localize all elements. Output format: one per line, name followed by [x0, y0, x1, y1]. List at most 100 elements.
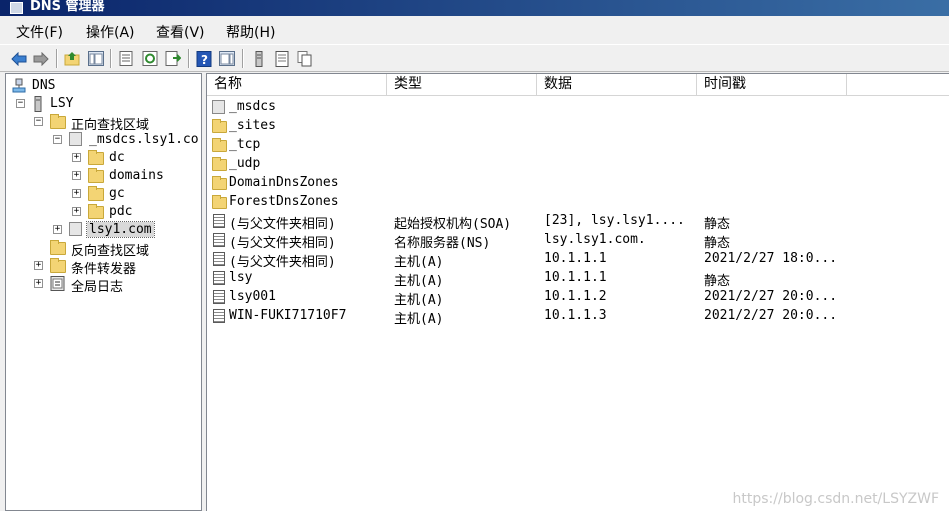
- results-pane[interactable]: 名称 类型 数据 时间戳 _msdcs _sites _tcp _udp DomainD…: [206, 73, 949, 511]
- table-row[interactable]: _udp: [207, 155, 949, 174]
- cell-type: 主机(A): [394, 312, 444, 327]
- table-row[interactable]: _sites: [207, 117, 949, 136]
- collapse-icon[interactable]: −: [34, 117, 43, 126]
- column-header-timestamp[interactable]: 时间戳: [697, 74, 847, 95]
- table-row[interactable]: (与父文件夹相同) 起始授权机构(SOA) [23], lsy.lsy1.... 静态: [207, 212, 949, 232]
- show-hide-action-pane-icon[interactable]: [218, 50, 235, 67]
- cell-type: 起始授权机构(SOA): [394, 217, 512, 232]
- folder-icon: [50, 240, 66, 255]
- copy-icon[interactable]: [296, 50, 313, 67]
- help-icon[interactable]: ?: [195, 50, 212, 67]
- server-icon[interactable]: [250, 50, 267, 67]
- expand-icon[interactable]: +: [34, 279, 43, 288]
- forward-arrow-icon[interactable]: [32, 50, 49, 67]
- table-row[interactable]: _tcp: [207, 136, 949, 155]
- menu-file[interactable]: 文件(F): [16, 22, 63, 42]
- record-icon: [213, 214, 225, 228]
- cell-timestamp: 静态: [704, 274, 731, 289]
- tree-label: 条件转发器: [71, 262, 137, 277]
- toolbar: ?: [0, 44, 949, 72]
- cell-name: _msdcs: [229, 99, 276, 114]
- menu-help[interactable]: 帮助(H): [226, 22, 275, 42]
- cell-timestamp: 2021/2/27 20:0...: [704, 308, 838, 323]
- cell-type: 主机(A): [394, 274, 444, 289]
- cell-data: 10.1.1.3: [544, 308, 607, 323]
- folder-icon: [212, 138, 227, 152]
- cell-name: _sites: [229, 118, 276, 133]
- folder-icon: [50, 258, 66, 273]
- zone-icon: [69, 222, 82, 236]
- cell-name: WIN-FUKI71710F7: [229, 308, 347, 323]
- dns-root-icon: [12, 78, 28, 93]
- cell-data: [23], lsy.lsy1....: [544, 213, 685, 228]
- menu-action[interactable]: 操作(A): [86, 22, 135, 42]
- expand-icon[interactable]: +: [72, 153, 81, 162]
- cell-data: 10.1.1.1: [544, 251, 607, 266]
- table-row[interactable]: WIN-FUKI71710F7 主机(A) 10.1.1.3 2021/2/27 20…: [207, 307, 949, 327]
- cell-name: lsy: [229, 270, 253, 285]
- cell-data: lsy.lsy1.com.: [544, 232, 646, 247]
- export-list-icon[interactable]: [164, 50, 181, 67]
- tree-label: 正向查找区域: [71, 118, 150, 133]
- folder-icon: [88, 204, 104, 219]
- cell-name: lsy001: [229, 289, 276, 304]
- cell-name: (与父文件夹相同): [229, 255, 336, 270]
- tree-label: pdc: [109, 204, 133, 219]
- cell-name: (与父文件夹相同): [229, 217, 336, 232]
- expand-icon[interactable]: +: [53, 225, 62, 234]
- column-header-data[interactable]: 数据: [537, 74, 697, 95]
- folder-icon: [212, 157, 227, 171]
- toolbar-separator: [242, 49, 244, 68]
- collapse-icon[interactable]: −: [53, 135, 62, 144]
- records-icon[interactable]: [273, 50, 290, 67]
- cell-timestamp: 静态: [704, 217, 731, 232]
- folder-icon: [88, 186, 104, 201]
- cell-type: 主机(A): [394, 255, 444, 270]
- cell-name: (与父文件夹相同): [229, 236, 336, 251]
- watermark: https://blog.csdn.net/LSYZWF: [732, 491, 939, 507]
- toolbar-separator: [110, 49, 112, 68]
- show-hide-tree-icon[interactable]: [87, 50, 104, 67]
- record-icon: [213, 252, 225, 266]
- menu-bar: 文件(F) 操作(A) 查看(V) 帮助(H): [0, 16, 949, 44]
- expand-icon[interactable]: +: [72, 171, 81, 180]
- expand-icon[interactable]: +: [72, 189, 81, 198]
- table-row[interactable]: lsy001 主机(A) 10.1.1.2 2021/2/27 20:0...: [207, 288, 949, 308]
- table-row[interactable]: ForestDnsZones: [207, 193, 949, 212]
- refresh-icon[interactable]: [141, 50, 158, 67]
- tree-label: LSY: [50, 96, 74, 111]
- folder-icon: [212, 195, 227, 209]
- cell-name: _udp: [229, 156, 261, 171]
- toolbar-separator: [188, 49, 190, 68]
- cell-name: _tcp: [229, 137, 261, 152]
- table-row[interactable]: _msdcs: [207, 98, 949, 117]
- up-folder-icon[interactable]: [63, 50, 80, 67]
- cell-type: 主机(A): [394, 293, 444, 308]
- cell-timestamp: 静态: [704, 236, 731, 251]
- cell-data: 10.1.1.2: [544, 289, 607, 304]
- table-row[interactable]: (与父文件夹相同) 名称服务器(NS) lsy.lsy1.com. 静态: [207, 231, 949, 251]
- tree-label: _msdcs.lsy1.co: [89, 132, 199, 147]
- cell-data: 10.1.1.1: [544, 270, 607, 285]
- tree-label: 全局日志: [71, 280, 124, 295]
- table-row[interactable]: lsy 主机(A) 10.1.1.1 静态: [207, 269, 949, 289]
- table-row[interactable]: (与父文件夹相同) 主机(A) 10.1.1.1 2021/2/27 18:0...: [207, 250, 949, 270]
- folder-icon: [212, 176, 227, 190]
- zone-icon: [212, 100, 225, 114]
- column-header-name[interactable]: 名称: [207, 74, 387, 95]
- svg-text:?: ?: [201, 53, 208, 67]
- back-arrow-icon[interactable]: [10, 50, 27, 67]
- menu-view[interactable]: 查看(V): [156, 22, 205, 42]
- expand-icon[interactable]: +: [34, 261, 43, 270]
- console-tree[interactable]: DNS − LSY − 正向查找区域 − _msdcs.lsy1.co + dc…: [5, 73, 202, 511]
- cell-timestamp: 2021/2/27 20:0...: [704, 289, 838, 304]
- tree-label: domains: [109, 168, 164, 183]
- folder-icon: [50, 114, 66, 129]
- column-header-type[interactable]: 类型: [387, 74, 537, 95]
- folder-icon: [88, 150, 104, 165]
- tree-label: dc: [109, 150, 125, 165]
- table-row[interactable]: DomainDnsZones: [207, 174, 949, 193]
- collapse-icon[interactable]: −: [16, 99, 25, 108]
- expand-icon[interactable]: +: [72, 207, 81, 216]
- properties-icon[interactable]: [117, 50, 134, 67]
